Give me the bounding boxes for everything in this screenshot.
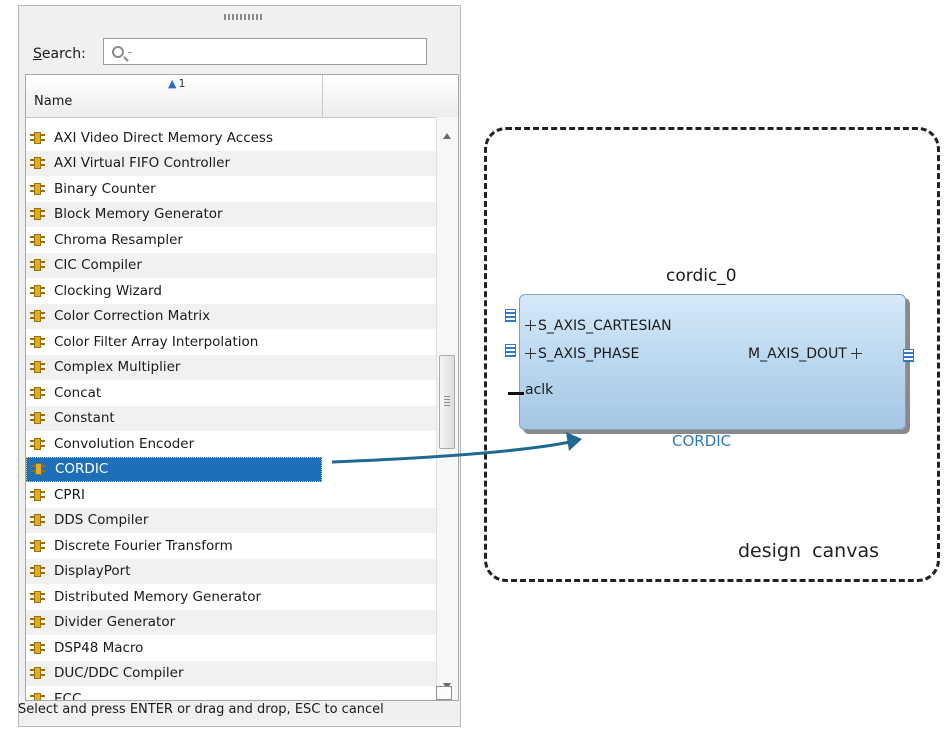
drag-arrow (331, 432, 582, 464)
